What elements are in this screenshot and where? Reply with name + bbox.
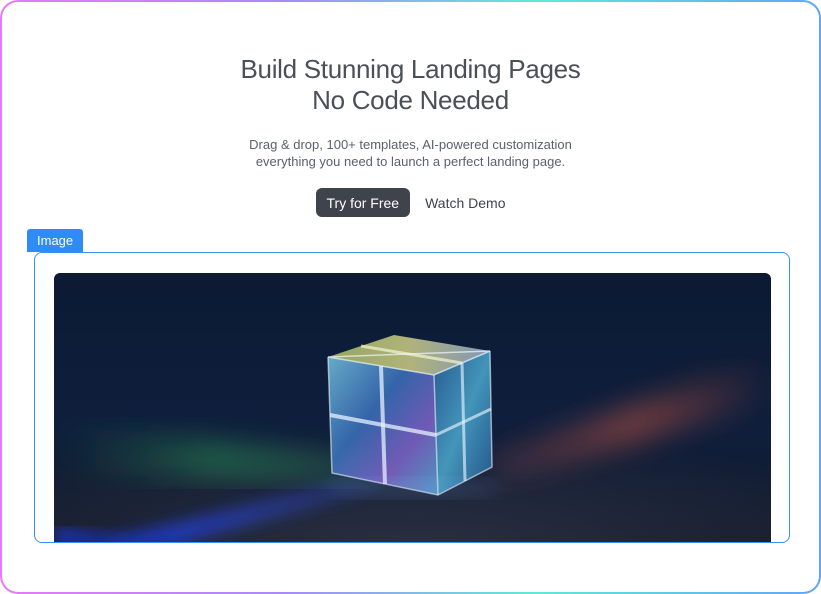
hero-image [54,273,771,542]
landing-hero-section: Build Stunning Landing Pages No Code Nee… [2,2,819,592]
page-frame: Build Stunning Landing Pages No Code Nee… [0,0,821,594]
image-block[interactable] [34,252,790,543]
cta-row: Try for Free Watch Demo [2,188,819,217]
prism-cube-illustration [54,273,771,542]
hero-title-line-1: Build Stunning Landing Pages [240,54,581,84]
hero-subtitle-line-1: Drag & drop, 100+ templates, AI-powered … [249,137,572,152]
try-for-free-button[interactable]: Try for Free [315,188,411,217]
watch-demo-button[interactable]: Watch Demo [425,188,505,217]
image-block-tag[interactable]: Image [27,229,84,252]
hero-subtitle: Drag & drop, 100+ templates, AI-powered … [2,136,819,170]
hero-title-line-2: No Code Needed [312,85,509,115]
hero-subtitle-line-2: everything you need to launch a perfect … [255,154,566,169]
hero-title: Build Stunning Landing Pages No Code Nee… [2,54,819,116]
